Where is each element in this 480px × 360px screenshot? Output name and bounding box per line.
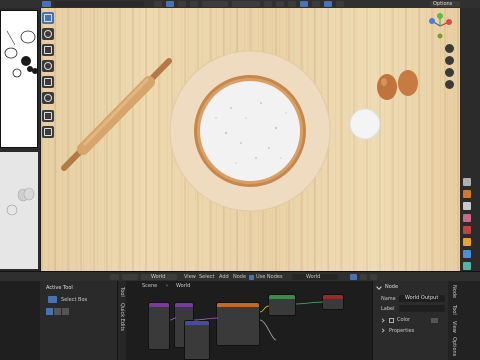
viewport-toolbar [42, 10, 55, 140]
select-icon[interactable] [166, 1, 174, 7]
uv-layout-icon [4, 30, 38, 78]
3d-viewport[interactable] [41, 8, 460, 271]
rotate-tool[interactable] [42, 60, 54, 72]
color-label: Color [397, 317, 411, 323]
gizmo-icon[interactable] [312, 1, 320, 7]
move-tool[interactable] [42, 44, 54, 56]
uv-image-preview [0, 10, 38, 148]
material-properties-icon[interactable] [463, 262, 471, 270]
active-tool-panel: Active Tool Select Box [40, 281, 118, 360]
scale-tool[interactable] [42, 76, 54, 88]
visibility-icon[interactable] [300, 1, 308, 7]
object-properties-icon[interactable] [463, 238, 471, 246]
color-menu-icon[interactable] [431, 318, 438, 323]
breadcrumb-world: World [176, 283, 191, 289]
node-editor-header: World View Select Add Node Use Nodes Wor… [0, 271, 480, 281]
egg-texture-icon [6, 187, 35, 216]
chevron-right-icon[interactable] [380, 328, 385, 333]
breadcrumb: Scene › World [126, 281, 372, 290]
color-checkbox[interactable] [389, 318, 394, 323]
scene-render [61, 50, 418, 212]
perspective-toggle-icon[interactable] [445, 80, 454, 89]
texture-preview [0, 152, 38, 269]
object-mode-icon[interactable] [154, 1, 162, 7]
label-label: Label [381, 306, 395, 312]
output-properties-icon[interactable] [463, 202, 471, 210]
use-nodes-checkbox[interactable] [249, 275, 254, 280]
label-field[interactable] [399, 305, 445, 312]
breadcrumb-sep: › [166, 283, 168, 289]
node-links [169, 301, 324, 341]
tab-tool-right[interactable]: Tool [451, 305, 457, 315]
transform-orientation-dropdown[interactable] [232, 1, 260, 7]
view-menu[interactable] [202, 1, 228, 7]
options-button[interactable]: Options [430, 1, 460, 7]
proportional-edit-icon[interactable] [288, 1, 296, 7]
name-label: Name [381, 296, 396, 302]
select-box-icon[interactable] [48, 296, 57, 303]
node-section-title: Node [385, 284, 399, 290]
tab-options[interactable]: Options [451, 337, 457, 356]
transform-tool[interactable] [42, 92, 54, 104]
pivot-icon[interactable] [264, 1, 272, 7]
node-side-tabs: Node Tool View Options [448, 281, 480, 360]
overlay-icon[interactable] [190, 1, 198, 7]
zoom-icon[interactable] [445, 44, 454, 53]
options-label: Options [433, 1, 453, 7]
world-type-dropdown[interactable]: World [141, 274, 177, 280]
modifier-properties-icon[interactable] [463, 250, 471, 258]
use-nodes-label: Use Nodes [256, 274, 283, 280]
snap-icon[interactable] [276, 1, 284, 7]
node-editor-left-blank [0, 281, 40, 360]
world-datablock-field[interactable]: World [292, 274, 338, 280]
node-properties-panel: Node Name World Output Label Color Prope… [372, 281, 448, 360]
breadcrumb-scene: Scene [142, 283, 158, 289]
shading-solid-icon[interactable] [336, 1, 344, 7]
tab-view[interactable]: View [451, 321, 457, 333]
tab-quick-edits[interactable]: Quick Edits [119, 303, 125, 331]
mode-subtract-icon[interactable] [62, 308, 69, 315]
tool-properties-icon[interactable] [463, 178, 471, 186]
cursor-tool[interactable] [42, 28, 54, 40]
world-datablock-label: World [306, 274, 321, 280]
properties-tab-strip [460, 8, 480, 271]
camera-view-icon[interactable] [445, 68, 454, 77]
tool-tabs: Tool Quick Edits [118, 281, 126, 360]
xray-icon[interactable] [324, 1, 332, 7]
image-editor-type-icon[interactable] [42, 1, 51, 7]
chevron-down-icon[interactable] [376, 284, 382, 290]
measure-tool[interactable] [42, 126, 54, 138]
tab-node[interactable]: Node [451, 285, 457, 298]
scene-properties-icon[interactable] [463, 226, 471, 234]
tab-tool[interactable]: Tool [119, 287, 125, 297]
properties-label: Properties [389, 328, 415, 334]
view-layer-icon[interactable] [463, 214, 471, 222]
mode-new-icon[interactable] [46, 308, 53, 315]
chevron-right-icon[interactable] [380, 318, 385, 323]
mode-extend-icon[interactable] [54, 308, 61, 315]
select-menu[interactable]: Select [199, 274, 214, 280]
snap-icon-node[interactable] [360, 274, 367, 280]
name-field[interactable]: World Output [399, 295, 445, 302]
shader-type-icon[interactable] [122, 274, 138, 280]
overlay-icon-node[interactable] [370, 274, 377, 280]
header-spacer [54, 1, 144, 7]
viewport-shading-icon[interactable] [178, 1, 186, 7]
render-properties-icon[interactable] [463, 190, 471, 198]
annotate-tool[interactable] [42, 110, 54, 122]
editor-type-icon[interactable] [110, 274, 119, 280]
navigation-gizmo[interactable] [427, 12, 457, 42]
pan-icon[interactable] [445, 56, 454, 65]
node-menu[interactable]: Node [233, 274, 246, 280]
view-menu[interactable]: View [184, 274, 196, 280]
top-header: Options [0, 0, 480, 8]
select-box-tool[interactable] [42, 12, 54, 24]
active-tool-title: Active Tool [46, 285, 73, 291]
node-canvas[interactable] [126, 290, 372, 360]
world-type-label: World [151, 274, 166, 280]
add-menu[interactable]: Add [219, 274, 229, 280]
pin-icon[interactable] [350, 274, 357, 280]
active-tool-name: Select Box [61, 297, 88, 303]
